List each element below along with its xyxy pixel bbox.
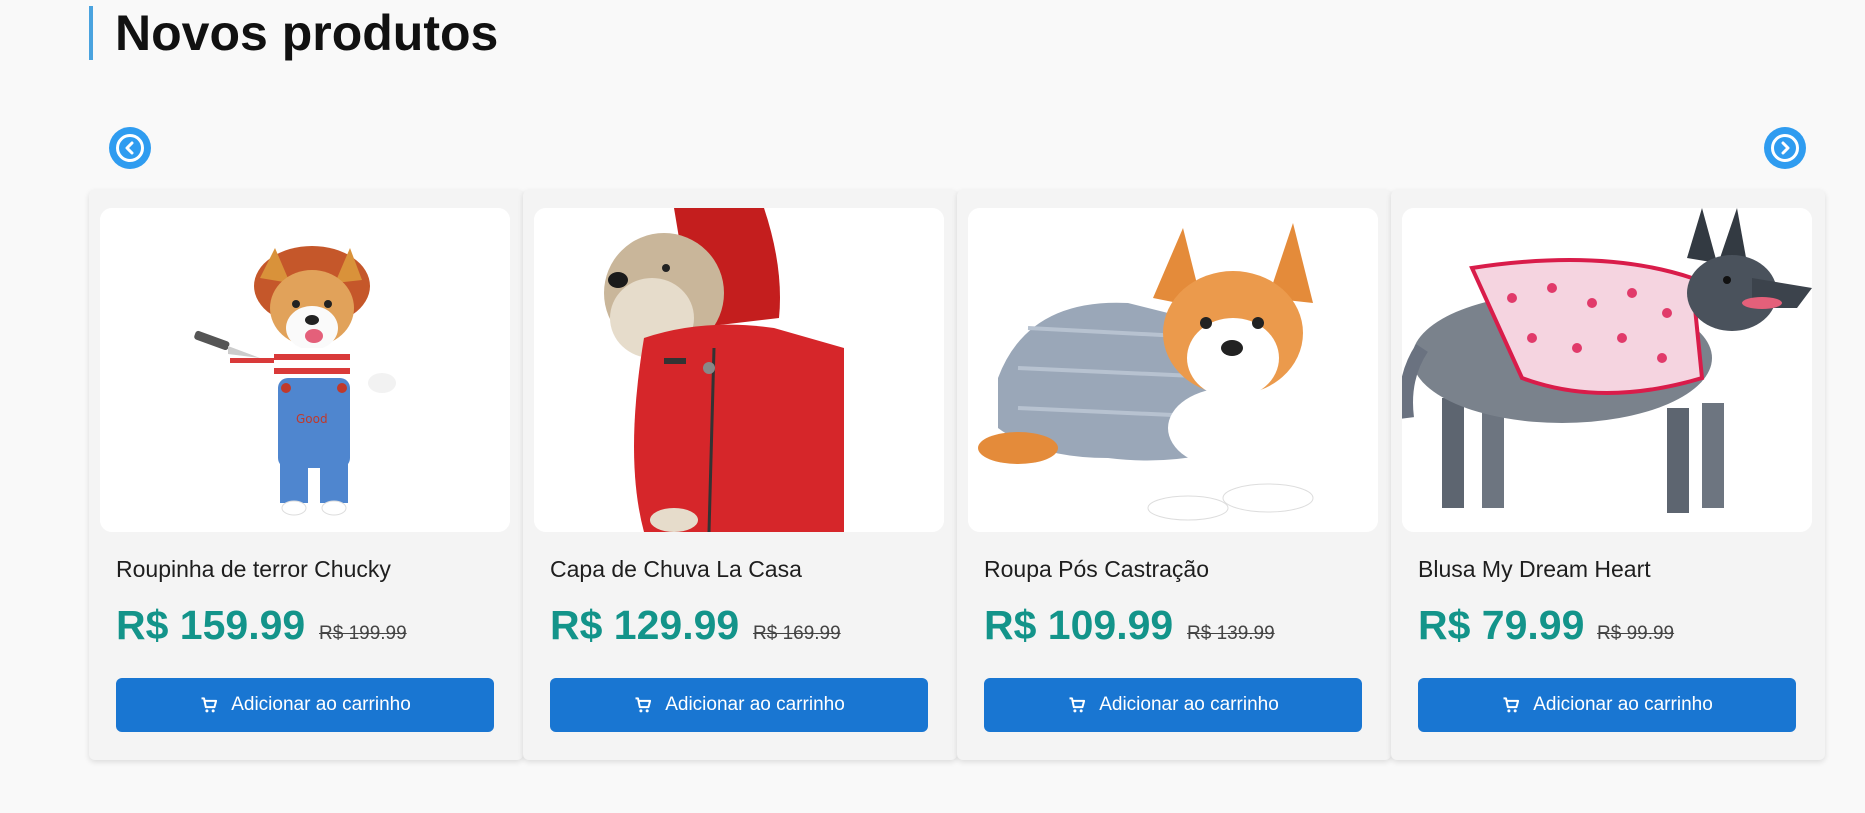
- product-card[interactable]: Capa de Chuva La Casa R$ 129.99 R$ 169.9…: [523, 190, 957, 760]
- carousel-prev-button[interactable]: [109, 127, 151, 169]
- add-to-cart-button[interactable]: Adicionar ao carrinho: [1418, 678, 1796, 732]
- svg-text:Good: Good: [296, 412, 328, 426]
- product-name[interactable]: Capa de Chuva La Casa: [550, 556, 802, 583]
- cart-icon: [1503, 697, 1520, 713]
- add-to-cart-label: Adicionar ao carrinho: [1533, 694, 1713, 715]
- add-to-cart-button[interactable]: Adicionar ao carrinho: [116, 678, 494, 732]
- carousel-next-button[interactable]: [1764, 127, 1806, 169]
- add-to-cart-label: Adicionar ao carrinho: [231, 694, 411, 715]
- cart-icon: [201, 697, 218, 713]
- product-name[interactable]: Blusa My Dream Heart: [1418, 556, 1651, 583]
- product-card[interactable]: Good Roupinha de terror Chucky R$ 159.99…: [89, 190, 523, 760]
- section-title: Novos produtos: [89, 6, 498, 60]
- product-carousel: Good Roupinha de terror Chucky R$ 159.99…: [89, 190, 1825, 760]
- chevron-right-icon: [1771, 134, 1799, 162]
- product-price: R$ 79.99: [1418, 602, 1585, 648]
- add-to-cart-label: Adicionar ao carrinho: [665, 694, 845, 715]
- product-old-price: R$ 199.99: [319, 623, 407, 644]
- product-image-dog-raincoat[interactable]: [534, 208, 944, 532]
- product-price: R$ 129.99: [550, 602, 740, 648]
- product-card[interactable]: Blusa My Dream Heart R$ 79.99 R$ 99.99 A…: [1391, 190, 1825, 760]
- cart-icon: [1069, 697, 1086, 713]
- product-old-price: R$ 139.99: [1187, 623, 1275, 644]
- add-to-cart-label: Adicionar ao carrinho: [1099, 694, 1279, 715]
- product-name[interactable]: Roupinha de terror Chucky: [116, 556, 391, 583]
- cart-icon: [635, 697, 652, 713]
- product-name[interactable]: Roupa Pós Castração: [984, 556, 1209, 583]
- product-image-corgi-chucky[interactable]: Good: [100, 208, 510, 532]
- product-price: R$ 109.99: [984, 602, 1174, 648]
- chevron-left-icon: [116, 134, 144, 162]
- product-card[interactable]: Roupa Pós Castração R$ 109.99 R$ 139.99 …: [957, 190, 1391, 760]
- add-to-cart-button[interactable]: Adicionar ao carrinho: [984, 678, 1362, 732]
- add-to-cart-button[interactable]: Adicionar ao carrinho: [550, 678, 928, 732]
- product-old-price: R$ 99.99: [1597, 623, 1675, 644]
- product-price: R$ 159.99: [116, 602, 306, 648]
- product-old-price: R$ 169.99: [753, 623, 841, 644]
- product-image-dog-heart-shirt[interactable]: [1402, 208, 1812, 532]
- product-image-corgi-recovery[interactable]: [968, 208, 1378, 532]
